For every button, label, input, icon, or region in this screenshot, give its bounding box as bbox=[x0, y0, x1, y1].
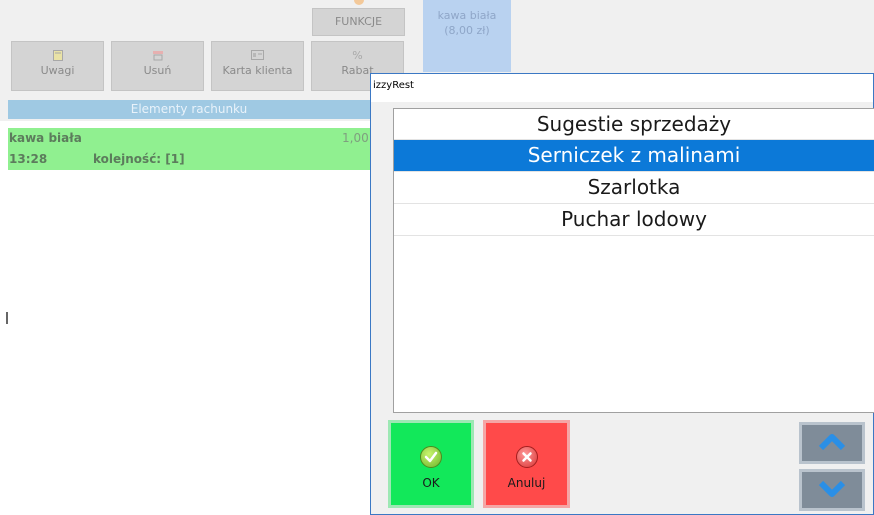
functions-button[interactable]: FUNKCJE bbox=[312, 8, 405, 36]
dialog-title: izzyRest bbox=[373, 80, 414, 91]
dialog-titlebar[interactable]: izzyRest bbox=[371, 74, 873, 102]
client-card-label: Karta klienta bbox=[222, 64, 293, 77]
ok-label: OK bbox=[422, 476, 440, 490]
client-card-button[interactable]: Karta klienta bbox=[211, 41, 304, 91]
app-window: FUNKCJE kawa biała (8,00 zł) Uwagi Usuń … bbox=[0, 0, 874, 515]
delete-button[interactable]: Usuń bbox=[111, 41, 204, 91]
list-header: Sugestie sprzedaży bbox=[394, 109, 874, 140]
notes-button[interactable]: Uwagi bbox=[11, 41, 104, 91]
suggestions-dialog: izzyRest Sugestie sprzedaży Serniczek z … bbox=[370, 73, 874, 515]
cancel-button[interactable]: Anuluj bbox=[483, 420, 570, 508]
list-item-puchar-lodowy[interactable]: Puchar lodowy bbox=[394, 204, 874, 236]
bill-item-time: 13:28 bbox=[9, 152, 48, 166]
ok-button[interactable]: OK bbox=[388, 420, 474, 508]
close-icon bbox=[515, 446, 538, 468]
bill-item-sequence: kolejność: [1] bbox=[93, 152, 185, 166]
functions-indicator bbox=[354, 0, 364, 5]
suggestions-list[interactable]: Sugestie sprzedaży Serniczek z malinami … bbox=[393, 108, 874, 413]
edge-marker bbox=[6, 312, 8, 324]
bill-items-header: Elementy rachunku bbox=[8, 100, 370, 119]
delete-icon bbox=[112, 50, 203, 62]
product-tile-kawa-biala[interactable]: kawa biała (8,00 zł) bbox=[423, 0, 511, 72]
notes-label: Uwagi bbox=[40, 64, 75, 77]
list-item-serniczek[interactable]: Serniczek z malinami bbox=[394, 140, 874, 172]
chevron-up-icon bbox=[802, 431, 862, 453]
delete-label: Usuń bbox=[143, 64, 172, 77]
percent-icon: % bbox=[352, 49, 363, 62]
scroll-down-button[interactable] bbox=[799, 469, 865, 511]
bill-item-name: kawa biała bbox=[9, 131, 82, 145]
cancel-label: Anuluj bbox=[507, 476, 546, 490]
client-card-icon bbox=[212, 50, 303, 62]
scroll-up-button[interactable] bbox=[799, 422, 865, 464]
list-item-szarlotka[interactable]: Szarlotka bbox=[394, 172, 874, 204]
bill-items-panel bbox=[0, 121, 370, 515]
note-icon bbox=[12, 50, 103, 62]
bill-item-row[interactable]: kawa biała 1,00 13:28 kolejność: [1] bbox=[8, 128, 370, 170]
product-price: (8,00 zł) bbox=[444, 24, 490, 37]
chevron-down-icon bbox=[802, 478, 862, 500]
bill-item-quantity: 1,00 bbox=[342, 131, 369, 145]
product-name: kawa biała bbox=[437, 9, 497, 22]
check-icon bbox=[420, 446, 442, 468]
